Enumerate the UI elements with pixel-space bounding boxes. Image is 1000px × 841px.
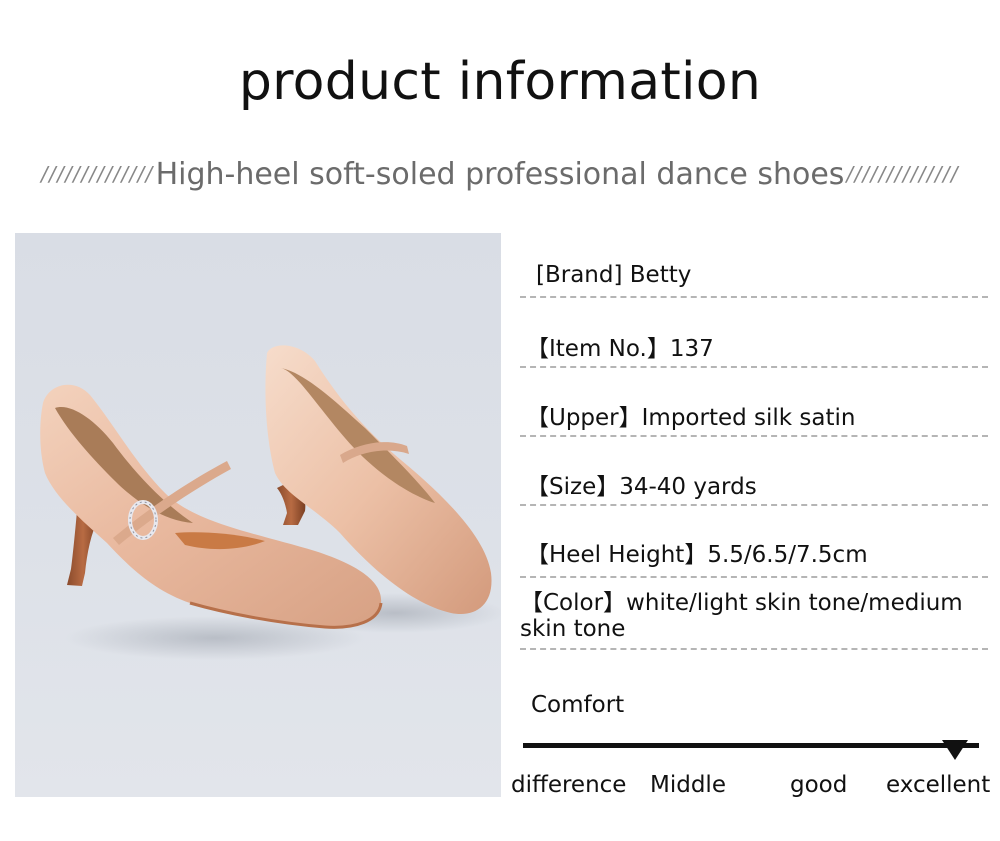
page-title: product information [238, 52, 762, 112]
spec-size: 【Size】34-40 yards [520, 474, 988, 506]
comfort-marker-icon [942, 740, 968, 760]
spec-upper: 【Upper】Imported silk satin [520, 405, 988, 437]
decorative-slashes-right: ////////////// [846, 162, 959, 186]
decorative-slashes-left: ////////////// [41, 162, 154, 186]
comfort-level-difference: difference [511, 772, 627, 798]
product-photo [15, 233, 501, 797]
comfort-scale-bar [523, 743, 979, 748]
spec-heel-height: 【Heel Height】5.5/6.5/7.5cm [520, 542, 988, 578]
spec-color: 【Color】white/light skin tone/medium skin… [520, 590, 988, 650]
dance-shoes-illustration [40, 345, 501, 660]
spec-brand: [Brand] Betty [520, 262, 988, 298]
subtitle-row: ////////////// High-heel soft-soled prof… [0, 154, 1000, 194]
comfort-level-excellent: excellent [886, 772, 991, 798]
spec-item-no: 【Item No.】137 [520, 336, 988, 368]
comfort-level-good: good [790, 772, 848, 798]
page-subtitle: High-heel soft-soled professional dance … [155, 156, 845, 192]
comfort-label: Comfort [531, 692, 625, 718]
comfort-level-middle: Middle [650, 772, 726, 798]
